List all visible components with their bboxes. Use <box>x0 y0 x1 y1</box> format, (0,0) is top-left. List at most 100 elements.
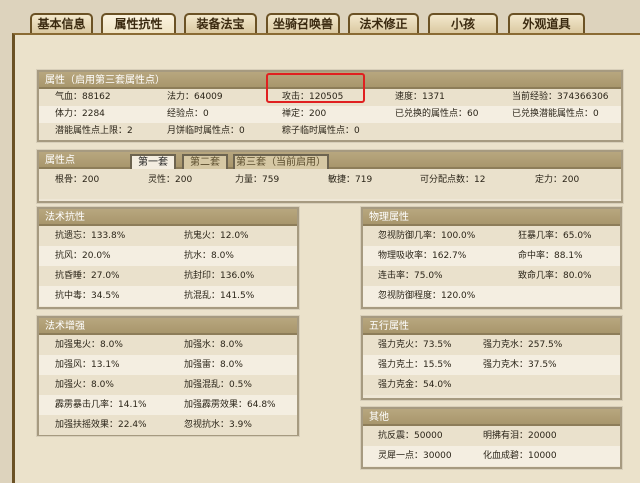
magic_boost-rows: 加强鬼火：8.0% 加强水：8.0% 加强风：13.1% 加强雷：8.0% 加强火：8.… <box>39 335 297 435</box>
table-row: 抗遗忘：133.8% 抗鬼火：12.0% <box>39 226 297 246</box>
table-row: 灵犀一点：30000 化血成碧：10000 <box>363 446 620 466</box>
table-row: 加强风：13.1% 加强雷：8.0% <box>39 355 297 375</box>
five_elements-header: 五行属性 <box>363 318 620 335</box>
magic-boost-box: 法术增强 加强鬼火：8.0% 加强水：8.0% 加强风：13.1% 加强雷：8.0% 加强… <box>37 316 299 436</box>
physical-box: 物理属性忽视防御几率：100.0% 狂暴几率：65.0% 物理吸收率：162.7% 命… <box>361 207 622 309</box>
five_elements-title: 五行属性 <box>369 321 409 332</box>
stat-value: 抗昏睡：27.0% <box>55 271 120 281</box>
attribute-points-title: 属性点 <box>45 155 75 166</box>
stat-value: 命中率：88.1% <box>518 251 583 261</box>
stat-value: 已兑换潜能属性点：0 <box>512 109 599 119</box>
attribute-points-header: 属性点 <box>39 152 621 169</box>
stat-value: 强力克土：15.5% <box>378 360 452 370</box>
stat-value: 抗遗忘：133.8% <box>55 231 126 241</box>
stat-value: 粽子临时属性点：0 <box>282 126 360 136</box>
physical-header: 物理属性 <box>363 209 620 226</box>
tab-set-1[interactable]: 第一套 <box>130 154 176 170</box>
tab-1[interactable]: 基本信息 <box>30 13 93 34</box>
tab-3[interactable]: 装备法宝 <box>184 13 257 34</box>
stat-value: 加强水：8.0% <box>184 340 243 350</box>
stat-value: 忽视防御几率：100.0% <box>378 231 476 241</box>
stat-value: 强力克木：37.5% <box>483 360 557 370</box>
tab-set-3[interactable]: 第三套（当前启用） <box>233 154 329 170</box>
stat-value: 化血成碧：10000 <box>483 451 557 461</box>
stat-value: 加强鬼火：8.0% <box>55 340 123 350</box>
stat-value: 气血：88162 <box>55 92 111 102</box>
other-header: 其他 <box>363 409 620 426</box>
stat-value: 经验点：0 <box>167 109 209 119</box>
attributes-title: 属性（启用第三套属性点） <box>45 75 165 86</box>
stat-value: 已兑换的属性点：60 <box>395 109 479 119</box>
table-row: 强力克金：54.0% <box>363 375 620 395</box>
stat-value: 明拂有泪：20000 <box>483 431 557 441</box>
highlight-box <box>266 73 365 103</box>
tab-7[interactable]: 外观道具 <box>508 13 585 34</box>
attribute-point-value: 力量：759 <box>235 175 280 185</box>
five-elements-box: 五行属性强力克火：73.5% 强力克水：257.5% 强力克土：15.5% 强力克木：… <box>361 316 622 400</box>
table-row: 忽视防御程度：120.0% <box>363 286 620 306</box>
table-row: 霹雳暴击几率：14.1% 加强霹雳效果：64.8% <box>39 395 297 415</box>
attribute-points-row: 根骨：200 灵性：200 力量：759 敏捷：719 可分配点数：12 定力：200 <box>39 169 621 199</box>
stat-value: 体力：2284 <box>55 109 105 119</box>
tab-4[interactable]: 坐骑召唤兽 <box>266 13 340 34</box>
stat-value: 月饼临时属性点：0 <box>167 126 245 136</box>
tab-6[interactable]: 小孩 <box>428 13 498 34</box>
attribute-point-value: 灵性：200 <box>148 175 193 185</box>
table-row: 连击率：75.0% 致命几率：80.0% <box>363 266 620 286</box>
tab-5[interactable]: 法术修正 <box>348 13 419 34</box>
table-row: 抗中毒：34.5% 抗混乱：141.5% <box>39 286 297 306</box>
stat-value: 霹雳暴击几率：14.1% <box>55 400 147 410</box>
physical-title: 物理属性 <box>369 212 409 223</box>
stat-value: 潜能属性点上限：2 <box>55 126 133 136</box>
attribute-point-value: 定力：200 <box>535 175 580 185</box>
other-box: 其他抗反震：50000 明拂有泪：20000 灵犀一点：30000 化血成碧：1000… <box>361 407 622 469</box>
stat-value: 抗封印：136.0% <box>184 271 255 281</box>
table-row: 强力克土：15.5% 强力克木：37.5% <box>363 355 620 375</box>
table-row: 忽视防御几率：100.0% 狂暴几率：65.0% <box>363 226 620 246</box>
tab-set-2[interactable]: 第二套 <box>182 154 228 170</box>
stat-value: 致命几率：80.0% <box>518 271 592 281</box>
stat-value: 抗鬼火：12.0% <box>184 231 249 241</box>
stat-value: 抗混乱：141.5% <box>184 291 255 301</box>
stat-value: 加强混乱：0.5% <box>184 380 252 390</box>
table-row: 加强扶摇效果：22.4% 忽视抗水：3.9% <box>39 415 297 435</box>
table-row: 潜能属性点上限：2 月饼临时属性点：0 粽子临时属性点：0 <box>39 123 621 140</box>
table-row: 加强火：8.0% 加强混乱：0.5% <box>39 375 297 395</box>
table-row: 物理吸收率：162.7% 命中率：88.1% <box>363 246 620 266</box>
tab-2[interactable]: 属性抗性 <box>101 13 176 34</box>
stat-value: 连击率：75.0% <box>378 271 443 281</box>
attribute-point-value: 根骨：200 <box>55 175 100 185</box>
table-row: 抗昏睡：27.0% 抗封印：136.0% <box>39 266 297 286</box>
attribute-point-value: 敏捷：719 <box>328 175 373 185</box>
stat-value: 加强霹雳效果：64.8% <box>184 400 276 410</box>
stat-value: 物理吸收率：162.7% <box>378 251 467 261</box>
stat-value: 加强雷：8.0% <box>184 360 243 370</box>
other-title: 其他 <box>369 412 389 423</box>
stat-value: 强力克火：73.5% <box>378 340 452 350</box>
stat-value: 加强火：8.0% <box>55 380 114 390</box>
magic_resist-header: 法术抗性 <box>39 209 297 226</box>
stat-value: 忽视抗水：3.9% <box>184 420 252 430</box>
stat-value: 禅定：200 <box>282 109 327 119</box>
stat-value: 抗中毒：34.5% <box>55 291 120 301</box>
magic_resist-rows: 抗遗忘：133.8% 抗鬼火：12.0% 抗风：20.0% 抗水：8.0% 抗昏睡：27… <box>39 226 297 306</box>
magic_boost-header: 法术增强 <box>39 318 297 335</box>
stat-value: 强力克金：54.0% <box>378 380 452 390</box>
attribute-point-value: 可分配点数：12 <box>420 175 486 185</box>
magic-resist-box: 法术抗性 抗遗忘：133.8% 抗鬼火：12.0% 抗风：20.0% 抗水：8.0% 抗昏… <box>37 207 299 309</box>
table-row: 体力：2284 经验点：0 禅定：200 已兑换的属性点：60 已兑换潜能属性点：0 <box>39 106 621 123</box>
table-row: 加强鬼火：8.0% 加强水：8.0% <box>39 335 297 355</box>
stat-value: 加强风：13.1% <box>55 360 120 370</box>
five_elements-rows: 强力克火：73.5% 强力克水：257.5% 强力克土：15.5% 强力克木：37.5… <box>363 335 620 395</box>
magic_resist-title: 法术抗性 <box>45 212 85 223</box>
stat-value: 抗反震：50000 <box>378 431 443 441</box>
stat-value: 抗风：20.0% <box>55 251 111 261</box>
stat-value: 灵犀一点：30000 <box>378 451 452 461</box>
stat-value: 法力：64009 <box>167 92 223 102</box>
table-row: 强力克火：73.5% 强力克水：257.5% <box>363 335 620 355</box>
stat-value: 狂暴几率：65.0% <box>518 231 592 241</box>
attribute-points-box: 属性点 第一套 第二套 第三套（当前启用） 根骨：200 灵性：200 力量：759… <box>37 150 623 203</box>
stat-value: 忽视防御程度：120.0% <box>378 291 476 301</box>
magic_boost-title: 法术增强 <box>45 321 85 332</box>
stat-value: 速度：1371 <box>395 92 445 102</box>
